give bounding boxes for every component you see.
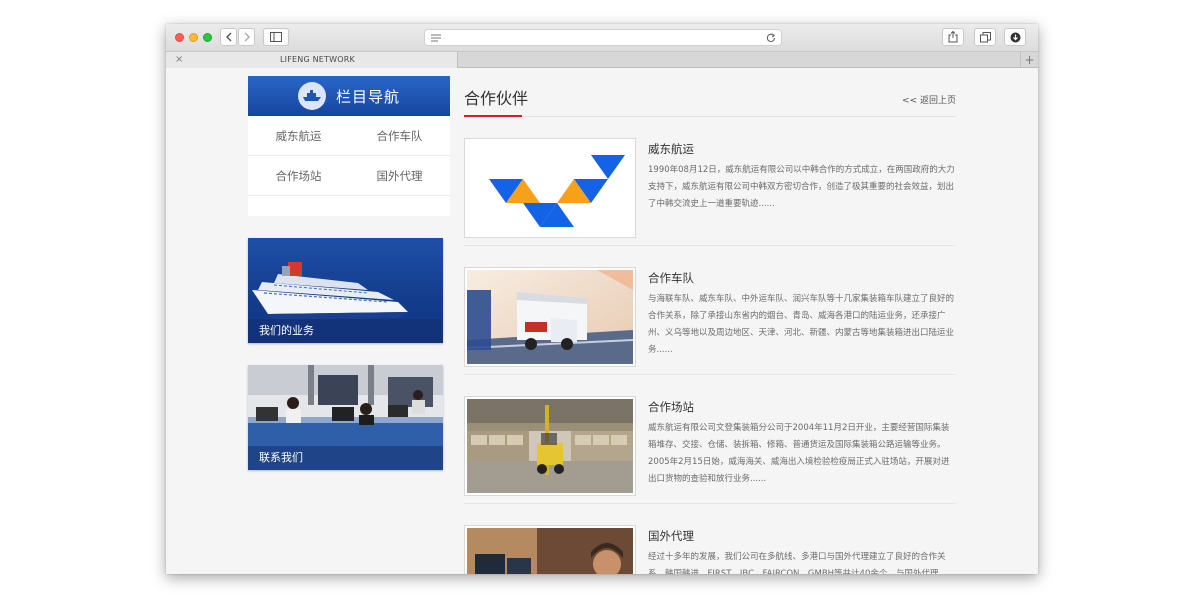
page-viewport: 栏目导航 威东航运 合作车队 合作场站 国外代理 我们的业务 联系我们 合作伙伴… (166, 68, 1038, 574)
downloads-button[interactable] (1004, 28, 1026, 46)
sidebar-icon (270, 32, 282, 42)
plus-icon: + (1024, 53, 1035, 67)
partner-title[interactable]: 合作场站 (648, 399, 694, 415)
partner-description: 与海联车队、威东车队、中外运车队、润兴车队等十几家集装箱车队建立了良好的合作关系… (648, 294, 955, 355)
tabs-overview-button[interactable] (974, 28, 996, 46)
partner-thumbnail[interactable] (464, 267, 636, 367)
chevron-left-icon (225, 32, 231, 42)
partner-description: 经过十多年的发展，我们公司在多航线、多港口与国外代理建立了良好的合作关系，韩国韩… (648, 552, 946, 574)
tab-bar: × LIFENG NETWORK + (166, 52, 1038, 68)
browser-toolbar (166, 24, 1038, 52)
truck-image (467, 270, 633, 364)
download-icon (1010, 32, 1020, 42)
new-tab-button[interactable]: + (1020, 52, 1038, 68)
tab-title: LIFENG NETWORK (280, 55, 355, 64)
minimize-window-button[interactable] (189, 33, 198, 42)
warehouse-forklift-image (467, 399, 633, 493)
nav-item-weidong-shipping[interactable]: 威东航运 (248, 116, 349, 155)
nav-item-overseas-agent[interactable]: 国外代理 (349, 156, 450, 195)
nav-row: 合作场站 国外代理 (248, 156, 450, 196)
promo-label: 联系我们 (248, 446, 443, 470)
back-button[interactable] (220, 28, 237, 46)
zoom-window-button[interactable] (203, 33, 212, 42)
page-title: 合作伙伴 (464, 89, 529, 108)
partner-title[interactable]: 合作车队 (648, 270, 694, 286)
partner-entry: 威东航运 1990年08月12日，威东航运有限公司以中韩合作的方式成立，在两国政… (464, 117, 956, 246)
promo-contact-us[interactable]: 联系我们 (248, 365, 443, 470)
nav-header: 栏目导航 (248, 76, 450, 116)
promo-our-business[interactable]: 我们的业务 (248, 238, 443, 343)
reader-icon[interactable] (431, 34, 441, 42)
partner-title[interactable]: 威东航运 (648, 141, 694, 157)
tab-close-icon[interactable]: × (175, 53, 183, 66)
partner-title[interactable]: 国外代理 (648, 528, 694, 544)
partner-description: 威东航运有限公司文登集装箱分公司于2004年11月2日开业，主要经营国际集装箱堆… (648, 423, 950, 484)
partner-thumbnail[interactable] (464, 396, 636, 496)
back-link[interactable]: << 返回上页 (902, 93, 956, 106)
partner-thumbnail[interactable] (464, 138, 636, 238)
partner-entry: 合作场站 威东航运有限公司文登集装箱分公司于2004年11月2日开业，主要经营国… (464, 375, 956, 504)
sidebar: 栏目导航 威东航运 合作车队 合作场站 国外代理 我们的业务 联系我们 (248, 76, 450, 470)
browser-tab[interactable]: × LIFENG NETWORK (166, 52, 458, 68)
weidong-logo-image (467, 141, 633, 235)
nav-item-partner-yard[interactable]: 合作场站 (248, 156, 349, 195)
forward-button[interactable] (238, 28, 255, 46)
office-agents-image (467, 528, 633, 574)
chevron-right-icon (244, 32, 250, 42)
partner-description: 1990年08月12日，威东航运有限公司以中韩合作的方式成立，在两国政府的大力支… (648, 165, 955, 209)
close-window-button[interactable] (175, 33, 184, 42)
nav-title: 栏目导航 (335, 87, 400, 106)
nav-row: 威东航运 合作车队 (248, 116, 450, 156)
nav-grid: 威东航运 合作车队 合作场站 国外代理 (248, 116, 450, 216)
partner-entry: 国外代理 经过十多年的发展，我们公司在多航线、多港口与国外代理建立了良好的合作关… (464, 504, 956, 574)
tabs-icon (979, 31, 991, 42)
address-bar[interactable] (424, 29, 782, 46)
main-content: 合作伙伴 << 返回上页 威东航运 1990年08月12日，威东航运有限公司以中… (464, 82, 956, 574)
reload-icon[interactable] (766, 33, 776, 43)
section-header: 合作伙伴 << 返回上页 (464, 82, 956, 117)
partner-entry: 合作车队 与海联车队、威东车队、中外运车队、润兴车队等十几家集装箱车队建立了良好… (464, 246, 956, 375)
sidebar-toggle-button[interactable] (263, 28, 289, 46)
ship-logo-icon (297, 82, 326, 110)
share-button[interactable] (942, 28, 964, 46)
partner-thumbnail[interactable] (464, 525, 636, 574)
nav-item-partner-fleet[interactable]: 合作车队 (349, 116, 450, 155)
browser-window: × LIFENG NETWORK + 栏目导航 威东航运 合作车队 合作场站 国… (166, 24, 1038, 574)
share-icon (948, 31, 958, 43)
promo-label: 我们的业务 (248, 319, 443, 343)
